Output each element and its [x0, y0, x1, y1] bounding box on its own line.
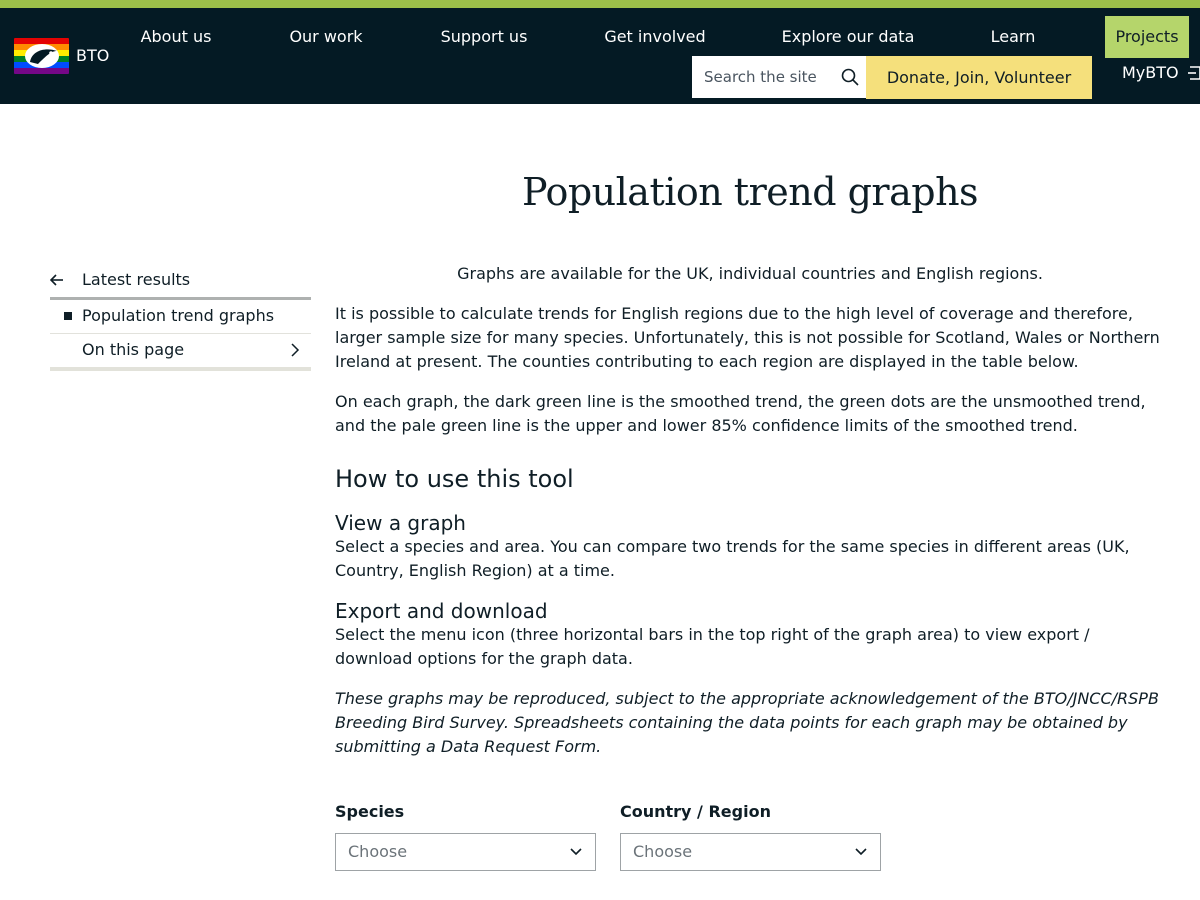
sidebar-item-label: Population trend graphs — [82, 306, 275, 325]
nav-explore-our-data[interactable]: Explore our data — [772, 16, 924, 58]
login-icon[interactable] — [1188, 66, 1200, 80]
graph-legend-paragraph: On each graph, the dark green line is th… — [335, 392, 1146, 435]
export-text: Select the menu icon (three horizontal b… — [335, 625, 1090, 668]
reproduction-note: These graphs may be reproduced, subject … — [335, 689, 1159, 756]
arrow-left-icon — [50, 274, 63, 286]
sidebar-item-current[interactable]: Population trend graphs — [50, 300, 311, 334]
how-to-heading: How to use this tool — [335, 465, 574, 493]
region-select[interactable]: Choose — [620, 833, 881, 871]
chevron-right-icon — [291, 343, 300, 357]
main-content: Graphs are available for the UK, individ… — [335, 262, 1165, 775]
logo-text: BTO — [76, 46, 110, 65]
header-accent-bar — [0, 0, 1200, 8]
export-section: Export and download Select the menu icon… — [335, 599, 1165, 671]
on-this-page-label: On this page — [82, 340, 185, 359]
donate-join-volunteer-button[interactable]: Donate, Join, Volunteer — [866, 56, 1092, 99]
graph-selection-form: Species Choose Country / Region Choose — [335, 800, 1165, 880]
nav-get-involved[interactable]: Get involved — [594, 16, 716, 58]
site-header: BTO About us Our work Support us Get inv… — [0, 8, 1200, 104]
nav-support-us[interactable]: Support us — [429, 16, 539, 58]
mybto-link[interactable]: MyBTO — [1122, 63, 1179, 82]
species-select-value: Choose — [348, 842, 408, 861]
sidebar-back-label: Latest results — [82, 270, 191, 289]
nav-learn[interactable]: Learn — [980, 16, 1046, 58]
nav-about-us[interactable]: About us — [126, 16, 226, 58]
region-select-value: Choose — [633, 842, 693, 861]
view-graph-section: View a graph Select a species and area. … — [335, 511, 1165, 583]
search-box — [692, 56, 866, 98]
bto-logo[interactable] — [14, 38, 69, 74]
page-title: Population trend graphs — [521, 170, 979, 214]
regions-paragraph: It is possible to calculate trends for E… — [335, 304, 1160, 371]
sidebar-back-link[interactable]: Latest results — [50, 262, 311, 298]
chevron-down-icon — [570, 848, 582, 856]
nav-projects[interactable]: Projects — [1105, 16, 1189, 58]
species-select[interactable]: Choose — [335, 833, 596, 871]
search-input[interactable] — [692, 56, 844, 98]
region-label: Country / Region — [620, 802, 771, 821]
bullet-icon — [64, 312, 72, 320]
export-heading: Export and download — [335, 599, 548, 623]
intro-text: Graphs are available for the UK, individ… — [457, 264, 1043, 283]
bird-logo-icon — [25, 44, 59, 68]
on-this-page-toggle[interactable]: On this page — [50, 334, 311, 367]
view-graph-heading: View a graph — [335, 511, 466, 535]
nav-our-work[interactable]: Our work — [276, 16, 376, 58]
sidebar-bottom-rule — [50, 367, 311, 371]
chevron-down-icon — [855, 848, 867, 856]
search-icon[interactable] — [841, 68, 859, 86]
species-label: Species — [335, 802, 405, 821]
view-graph-text: Select a species and area. You can compa… — [335, 537, 1130, 580]
